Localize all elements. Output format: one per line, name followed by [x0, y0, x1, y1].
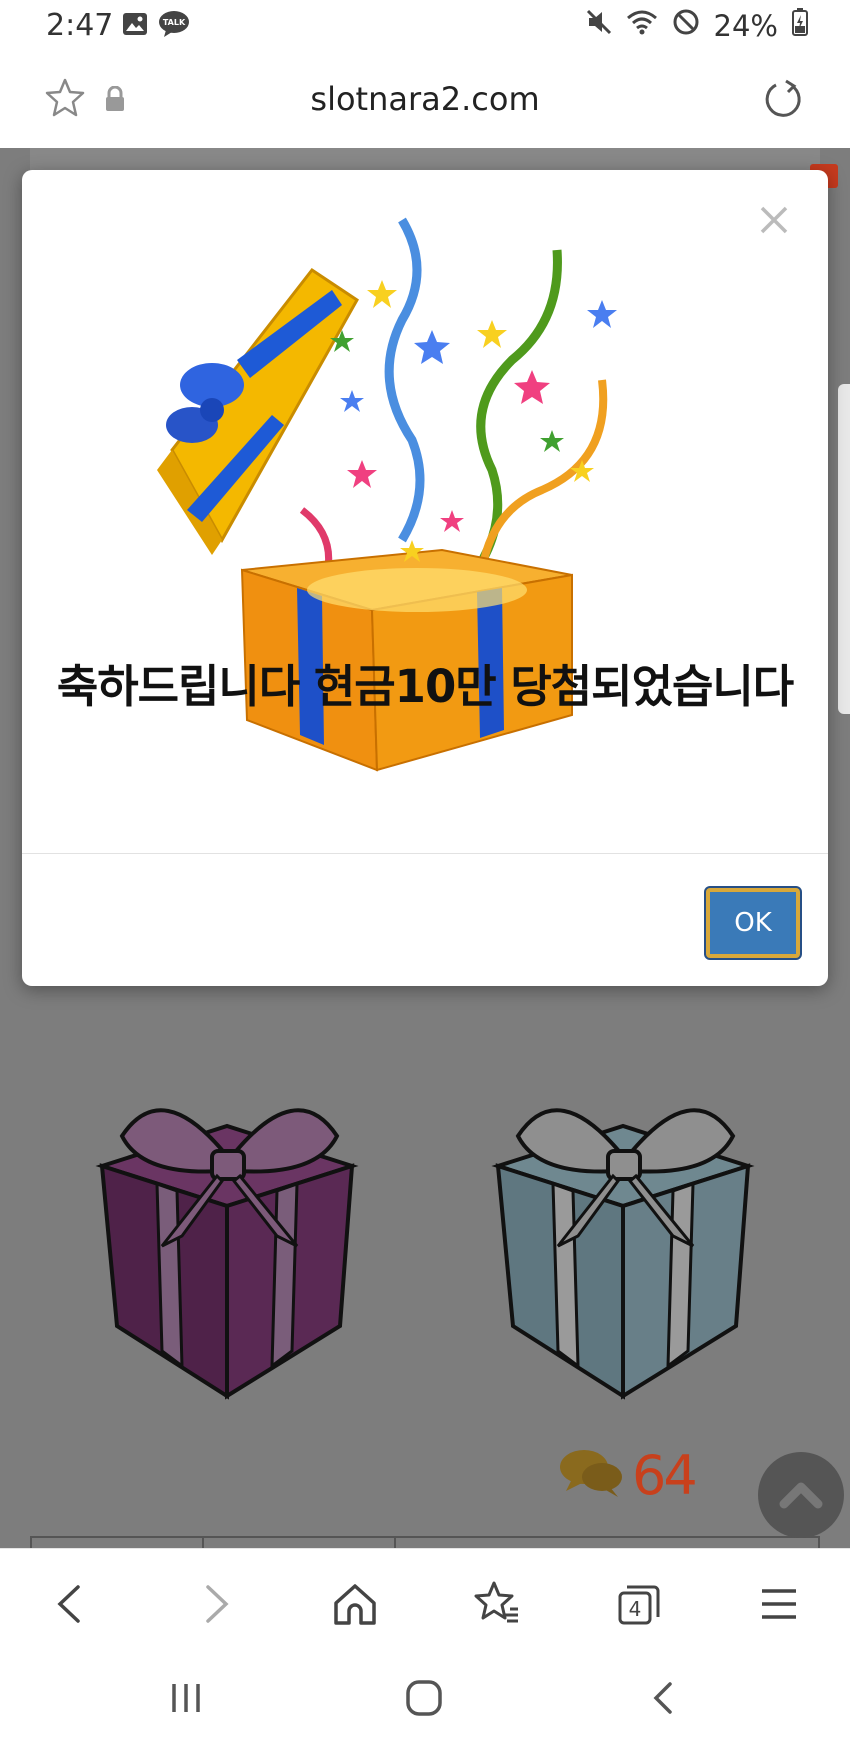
ok-button[interactable]: OK [706, 888, 800, 958]
back-icon[interactable] [46, 1579, 96, 1629]
open-gift-box-illustration [132, 210, 732, 834]
do-not-disturb-icon [672, 8, 700, 43]
scroll-to-top-button[interactable] [758, 1452, 844, 1538]
gift-box-purple[interactable] [82, 1096, 372, 1410]
page-scrollbar[interactable] [838, 384, 850, 714]
battery-percent: 24% [713, 8, 778, 43]
bookmarks-icon[interactable] [472, 1579, 522, 1629]
status-bar: 2:47 TALK 24% [0, 0, 850, 52]
speech-bubbles-icon [558, 1447, 624, 1505]
url-text[interactable]: slotnara2.com [0, 80, 850, 118]
home-circle-icon[interactable] [404, 1678, 444, 1722]
comment-count: 64 [558, 1444, 698, 1507]
mute-icon [586, 8, 612, 43]
close-icon[interactable] [754, 200, 794, 240]
wifi-icon [626, 8, 658, 43]
svg-text:4: 4 [629, 1597, 642, 1621]
system-nav-bar [0, 1658, 850, 1747]
tabs-icon[interactable]: 4 [614, 1579, 664, 1629]
prize-headline: 축하드립니다 현금10만 당첨되었습니다 [56, 660, 794, 713]
reload-icon[interactable] [762, 78, 804, 124]
comment-count-number: 64 [632, 1444, 698, 1507]
gift-box-teal[interactable] [478, 1096, 768, 1410]
recents-icon[interactable] [166, 1680, 206, 1720]
modal-divider [22, 853, 828, 854]
kakaotalk-icon: TALK [158, 10, 190, 42]
address-bar: slotnara2.com [0, 52, 850, 149]
chevron-up-icon [779, 1482, 823, 1509]
menu-icon[interactable] [754, 1579, 804, 1629]
prize-modal: 축하드립니다 현금10만 당첨되었습니다 OK [22, 170, 828, 986]
gallery-icon [122, 12, 148, 40]
home-icon[interactable] [330, 1579, 380, 1629]
svg-text:TALK: TALK [163, 18, 186, 27]
status-time: 2:47 [46, 8, 114, 43]
battery-charging-icon [792, 8, 808, 43]
browser-nav-bar: 4 [0, 1548, 850, 1659]
system-back-icon[interactable] [646, 1680, 680, 1720]
status-right: 24% [586, 8, 808, 43]
forward-icon[interactable] [190, 1579, 240, 1629]
